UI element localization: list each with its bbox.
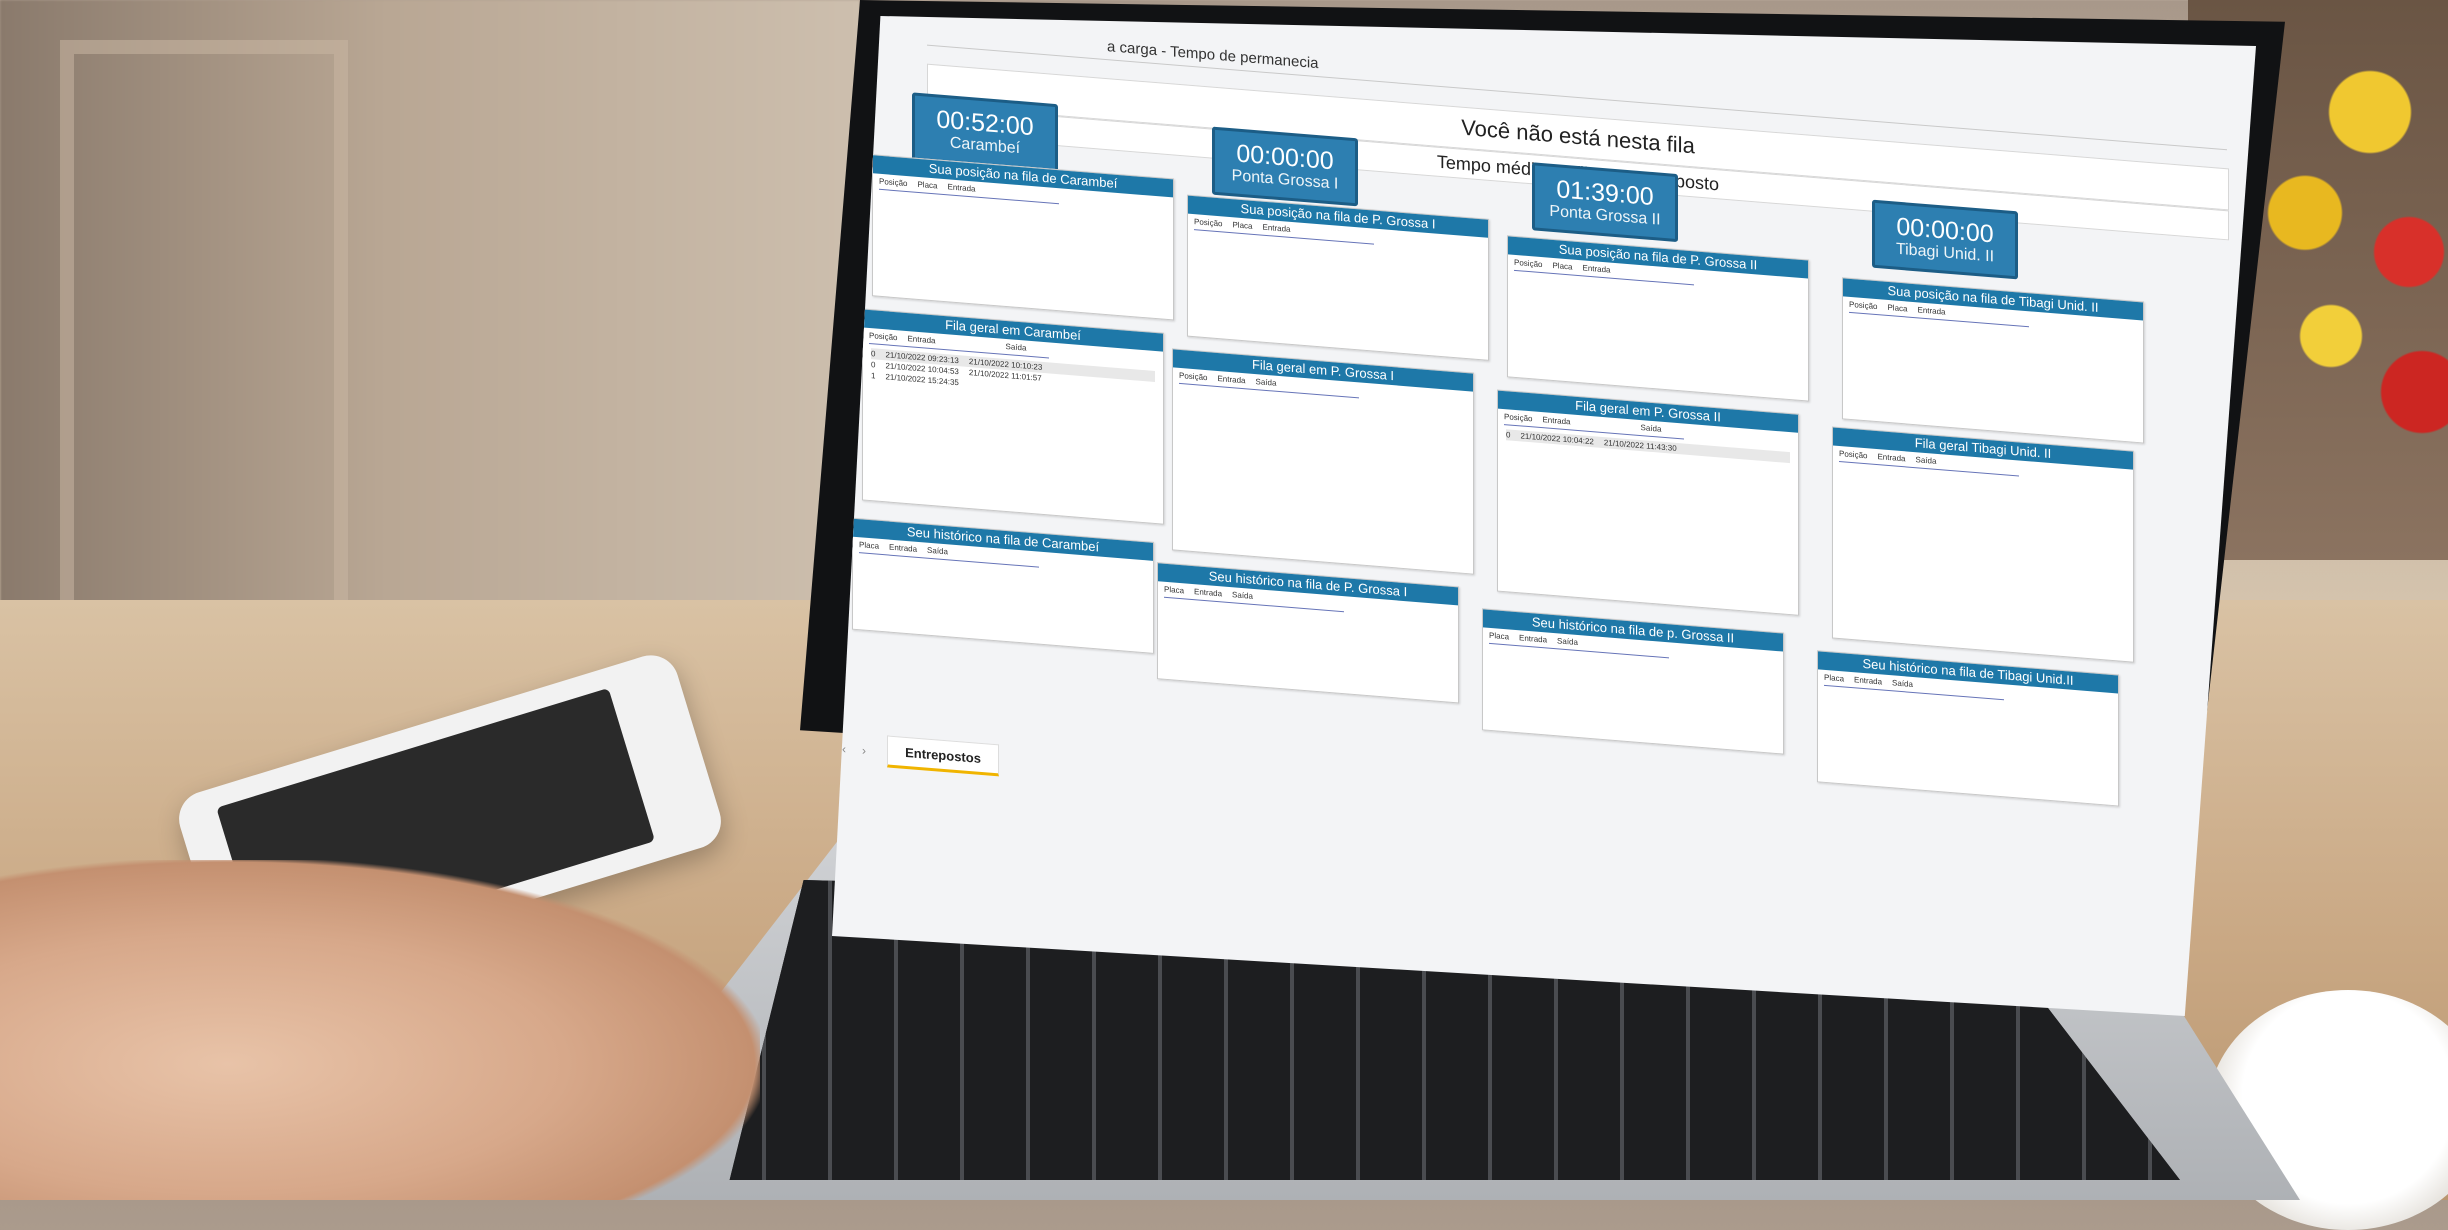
general-panel-pg2[interactable]: Fila geral em P. Grossa II Posição Entrad… xyxy=(1497,389,1799,616)
background-scene: a carga - Tempo de permanecia Você não e… xyxy=(0,0,2448,1230)
user-hand xyxy=(0,860,760,1200)
history-panel-pg2[interactable]: Seu histórico na fila de p. Grossa II Pl… xyxy=(1482,608,1784,755)
col-header[interactable]: Posição xyxy=(1179,371,1207,382)
col-header[interactable]: Entrada xyxy=(907,334,935,345)
col-header[interactable]: Placa xyxy=(1824,673,1844,684)
col-header[interactable]: Entrada xyxy=(1917,305,1945,316)
col-header[interactable]: Posição xyxy=(1194,217,1222,228)
col-header[interactable]: Entrada xyxy=(1854,675,1882,686)
table-cell: 1 xyxy=(871,371,876,381)
kpi-card-ponta-grossa-1[interactable]: 00:00:00 Ponta Grossa I xyxy=(1212,126,1358,207)
table-cell: 21/10/2022 11:43:30 xyxy=(1603,438,1677,453)
col-header[interactable]: Posição xyxy=(879,177,907,188)
position-panel-carambei[interactable]: Sua posição na fila de Carambeí Posição P… xyxy=(872,154,1174,321)
general-panel-tibagi[interactable]: Fila geral Tibagi Unid. II Posição Entrad… xyxy=(1832,426,2134,663)
col-header[interactable]: Placa xyxy=(1232,220,1252,231)
position-panel-pg2[interactable]: Sua posição na fila de P. Grossa II Posi… xyxy=(1507,235,1809,402)
col-header[interactable]: Entrada xyxy=(947,182,975,193)
col-header[interactable]: Entrada xyxy=(1877,452,1905,463)
history-panel-carambei[interactable]: Seu histórico na fila de Carambeí Placa E… xyxy=(852,517,1154,654)
table-cell: 0 xyxy=(871,360,876,370)
table-cell: 0 xyxy=(871,349,876,359)
col-header[interactable]: Entrada xyxy=(1582,263,1610,274)
tab-entrepostos[interactable]: Entrepostos xyxy=(887,735,999,777)
col-header[interactable]: Posição xyxy=(1504,412,1532,423)
col-header[interactable]: Placa xyxy=(1164,585,1184,596)
general-panel-carambei[interactable]: Fila geral em Carambeí Posição Entrada Saí… xyxy=(862,308,1164,525)
general-panel-pg1[interactable]: Fila geral em P. Grossa I Posição Entrada… xyxy=(1172,348,1474,575)
col-header[interactable]: Placa xyxy=(917,180,937,191)
kpi-card-ponta-grossa-2[interactable]: 01:39:00 Ponta Grossa II xyxy=(1532,162,1678,243)
col-header[interactable]: Entrada xyxy=(1217,374,1245,385)
position-panel-pg1[interactable]: Sua posição na fila de P. Grossa I Posiç… xyxy=(1187,194,1489,361)
history-panel-tibagi[interactable]: Seu histórico na fila de Tibagi Unid.II … xyxy=(1817,650,2119,807)
col-header[interactable]: Posição xyxy=(869,331,897,342)
page-tabs: ‹ › Entrepostos xyxy=(832,731,1432,819)
laptop-screen: a carga - Tempo de permanecia Você não e… xyxy=(832,16,2256,1016)
table-cell: 21/10/2022 10:04:22 xyxy=(1520,431,1594,447)
col-header[interactable]: Entrada xyxy=(1194,587,1222,598)
col-header[interactable]: Posição xyxy=(1839,449,1867,460)
col-header[interactable]: Entrada xyxy=(1262,223,1290,234)
col-header[interactable]: Saída xyxy=(1892,678,1913,689)
col-header[interactable]: Saída xyxy=(1641,423,1662,434)
col-header[interactable]: Saída xyxy=(1232,590,1253,601)
col-header[interactable]: Entrada xyxy=(889,543,917,554)
col-header[interactable]: Saída xyxy=(927,546,948,557)
col-header[interactable]: Entrada xyxy=(1542,415,1570,426)
history-panel-pg1[interactable]: Seu histórico na fila de P. Grossa I Pla… xyxy=(1157,562,1459,704)
col-header[interactable]: Saída xyxy=(1256,377,1277,388)
col-header[interactable]: Posição xyxy=(1849,300,1877,311)
col-header[interactable]: Placa xyxy=(1552,261,1572,272)
prev-page-icon[interactable]: ‹ xyxy=(842,742,846,756)
col-header[interactable]: Saída xyxy=(1916,455,1937,466)
next-page-icon[interactable]: › xyxy=(862,743,866,757)
position-panel-tibagi[interactable]: Sua posição na fila de Tibagi Unid. II P… xyxy=(1842,277,2144,444)
powerbi-report: a carga - Tempo de permanecia Você não e… xyxy=(832,16,2256,1016)
col-header[interactable]: Placa xyxy=(1489,631,1509,642)
table-cell: 0 xyxy=(1506,430,1511,440)
col-header[interactable]: Entrada xyxy=(1519,633,1547,644)
col-header[interactable]: Saída xyxy=(1006,342,1027,353)
col-header[interactable]: Saída xyxy=(1557,636,1578,647)
col-header[interactable]: Placa xyxy=(1887,303,1907,314)
blurred-window xyxy=(60,40,348,628)
col-header[interactable]: Posição xyxy=(1514,258,1542,269)
col-header[interactable]: Placa xyxy=(859,540,879,551)
kpi-card-tibagi[interactable]: 00:00:00 Tibagi Unid. II xyxy=(1872,199,2018,280)
